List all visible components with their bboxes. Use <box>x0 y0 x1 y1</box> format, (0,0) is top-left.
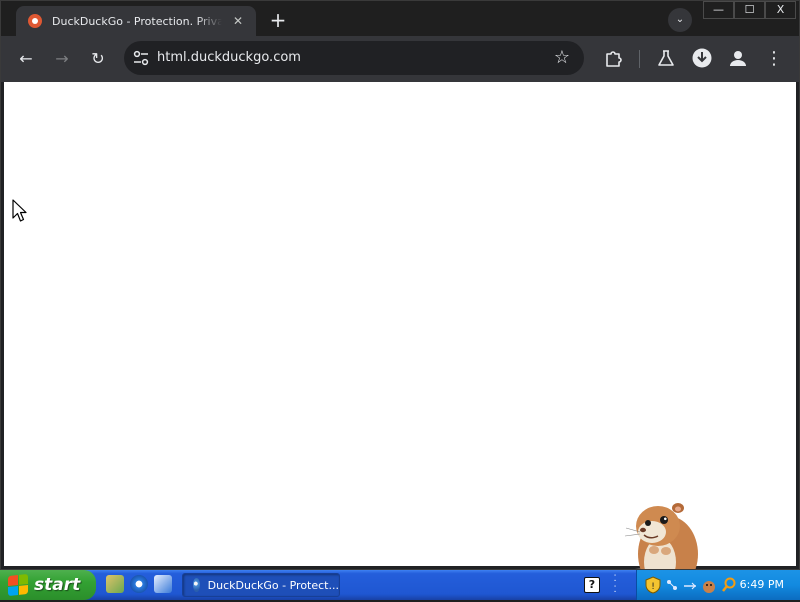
tab-search-button[interactable]: ⌄ <box>668 8 692 32</box>
extensions-puzzle-icon[interactable] <box>603 48 623 68</box>
browser-menu-button[interactable]: ⋮ <box>762 47 786 71</box>
start-label: start <box>34 575 81 595</box>
duckduckgo-favicon-icon <box>28 14 42 28</box>
quick-launch-bar <box>106 575 172 593</box>
browser-window: DuckDuckGo - Protection. Privacy. Peace … <box>0 0 800 595</box>
network-icon[interactable] <box>665 576 679 594</box>
search-tray-icon[interactable] <box>721 576 737 594</box>
connection-icon[interactable] <box>683 576 697 594</box>
toolbar-separator <box>639 50 640 68</box>
tab-close-icon[interactable]: ✕ <box>230 13 246 29</box>
browser-toolbar: ← → ↻ html.duckduckgo.com ☆ ⋮ <box>0 36 800 82</box>
hamster-tray-icon[interactable] <box>701 576 717 594</box>
outlook-express-icon[interactable] <box>154 575 172 593</box>
forward-button[interactable]: → <box>50 47 74 71</box>
taskbar-task-label: DuckDuckGo - Protect... <box>207 578 339 592</box>
reload-button[interactable]: ↻ <box>86 47 110 71</box>
bookmark-star-icon[interactable]: ☆ <box>554 47 570 69</box>
active-tab[interactable]: DuckDuckGo - Protection. Privacy. Peace … <box>16 6 256 36</box>
start-button[interactable]: start <box>0 570 96 600</box>
tray-icons: ! <box>645 576 737 594</box>
browser-task-icon <box>193 578 200 592</box>
labs-flask-icon[interactable] <box>656 48 676 68</box>
site-settings-icon[interactable] <box>132 49 150 67</box>
page-content[interactable] <box>4 82 796 595</box>
clock[interactable]: 6:49 PM <box>740 578 784 591</box>
tray-expand-icon[interactable]: ⁚ ⁚ <box>608 574 622 596</box>
url-text[interactable]: html.duckduckgo.com <box>157 50 301 65</box>
profile-avatar-icon[interactable] <box>727 47 749 69</box>
taskbar-task-duckduckgo[interactable]: DuckDuckGo - Protect... <box>182 573 340 597</box>
tab-title: DuckDuckGo - Protection. Privacy. Peace … <box>52 14 222 28</box>
system-tray: ! 6:49 PM <box>636 570 800 600</box>
tab-strip: DuckDuckGo - Protection. Privacy. Peace … <box>0 0 800 36</box>
new-tab-button[interactable]: + <box>266 9 290 33</box>
security-shield-icon[interactable]: ! <box>645 576 661 594</box>
back-button[interactable]: ← <box>14 47 38 71</box>
window-controls: — ☐ X <box>703 1 796 19</box>
internet-explorer-icon[interactable] <box>130 575 148 593</box>
windows-logo-icon <box>8 573 28 597</box>
desktop-app-icon[interactable] <box>106 575 124 593</box>
close-window-button[interactable]: X <box>765 1 796 19</box>
address-bar[interactable]: html.duckduckgo.com ☆ <box>124 41 584 75</box>
svg-text:!: ! <box>651 582 655 592</box>
download-icon[interactable] <box>691 47 713 69</box>
help-icon[interactable]: ? <box>584 577 600 593</box>
mouse-cursor-icon <box>12 199 27 222</box>
maximize-button[interactable]: ☐ <box>734 1 765 19</box>
minimize-button[interactable]: — <box>703 1 734 19</box>
windows-taskbar: start DuckDuckGo - Protect... ? ⁚ ⁚ ! 6:… <box>0 570 800 600</box>
